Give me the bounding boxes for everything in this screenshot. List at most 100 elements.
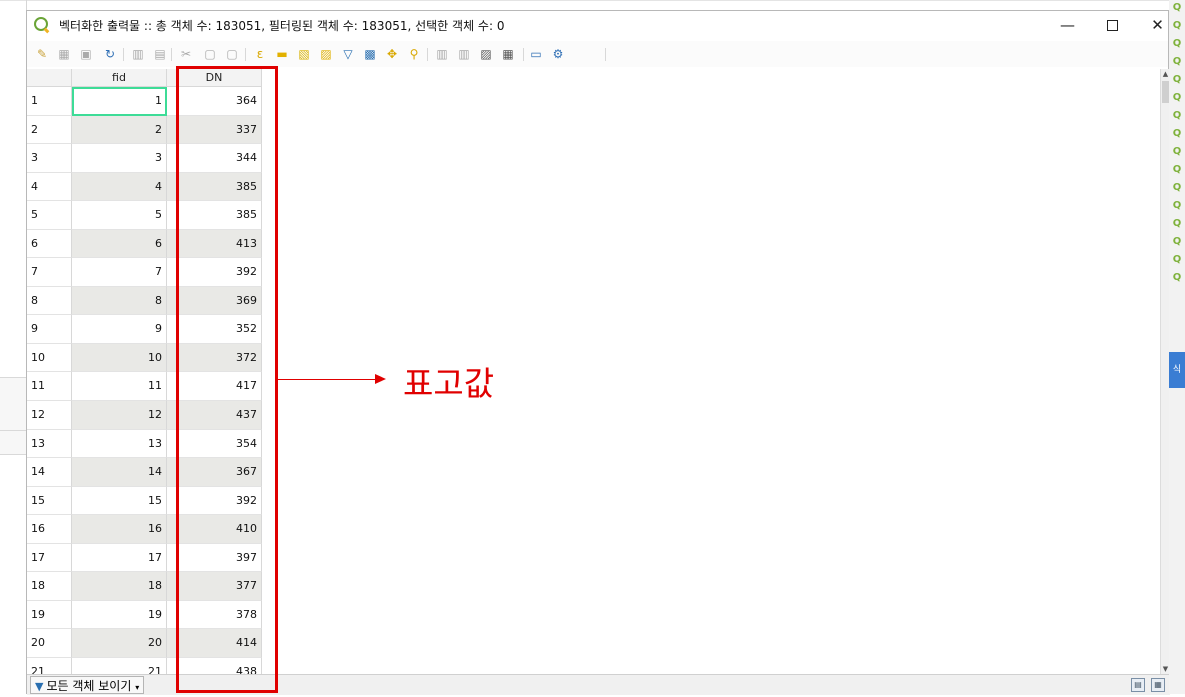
cell-fid[interactable]: 8 — [72, 286, 167, 316]
add-feature-icon[interactable]: ▥ — [131, 47, 145, 61]
form-view-icon[interactable]: ▤ — [1131, 678, 1145, 692]
cell-fid[interactable]: 14 — [72, 458, 167, 487]
cell-fid[interactable]: 18 — [72, 572, 167, 601]
row-number[interactable]: 21 — [27, 657, 72, 674]
filter-icon: ▼ — [35, 680, 44, 693]
expression-select-icon[interactable]: ε — [253, 47, 267, 61]
row-number[interactable]: 14 — [27, 458, 72, 487]
invert-selection-icon[interactable]: ▧ — [297, 47, 311, 61]
cut-icon[interactable]: ✂ — [179, 47, 193, 61]
pan-to-selected-icon[interactable]: ✥ — [385, 47, 399, 61]
background-layer-icon: Q — [1172, 254, 1182, 265]
dropdown-arrow-icon: ▾ — [135, 683, 140, 692]
background-panel — [0, 377, 27, 455]
background-layer-icon: Q — [1172, 200, 1182, 211]
delete-field-icon[interactable]: ▥ — [457, 47, 471, 61]
new-field-icon[interactable]: ▥ — [435, 47, 449, 61]
title-bar[interactable]: 벡터화한 출력물 :: 총 객체 수: 183051, 필터링된 객체 수: 1… — [27, 11, 1168, 39]
minimize-button[interactable]: — — [1045, 11, 1090, 39]
filter-label: 모든 객체 보이기 — [46, 679, 132, 693]
qgis-logo-icon — [34, 17, 49, 32]
conditional-format-icon[interactable]: ▦ — [501, 47, 515, 61]
select-all-icon[interactable]: ▬ — [275, 47, 289, 61]
cell-fid[interactable]: 7 — [72, 258, 167, 287]
annotation-label: 표고값 — [403, 364, 495, 403]
row-number[interactable]: 20 — [27, 629, 72, 658]
toolbar-separator — [523, 48, 524, 61]
row-number[interactable]: 7 — [27, 258, 72, 287]
toolbar-separator — [605, 48, 606, 61]
background-layer-icon: Q — [1172, 92, 1182, 103]
row-number[interactable]: 10 — [27, 343, 72, 373]
cell-fid[interactable]: 11 — [72, 372, 167, 402]
maximize-icon — [1107, 20, 1118, 31]
row-number[interactable]: 12 — [27, 401, 72, 430]
table-corner[interactable] — [27, 69, 72, 87]
cell-fid[interactable]: 15 — [72, 486, 167, 516]
row-number[interactable]: 19 — [27, 600, 72, 630]
row-number[interactable]: 11 — [27, 372, 72, 402]
row-number[interactable]: 17 — [27, 543, 72, 573]
row-number[interactable]: 13 — [27, 429, 72, 459]
background-layer-icon: Q — [1172, 74, 1182, 85]
cell-fid[interactable]: 21 — [72, 657, 167, 674]
cell-fid[interactable]: 16 — [72, 515, 167, 544]
pencil-icon[interactable]: ✎ — [35, 47, 49, 61]
row-number[interactable]: 5 — [27, 201, 72, 230]
cell-fid[interactable]: 17 — [72, 543, 167, 573]
cell-fid[interactable]: 2 — [72, 115, 167, 145]
delete-feature-icon[interactable]: ▤ — [153, 47, 167, 61]
row-number[interactable]: 6 — [27, 229, 72, 259]
cell-fid[interactable]: 5 — [72, 201, 167, 230]
filter-selected-icon[interactable]: ▽ — [341, 47, 355, 61]
background-right-panel: 식 QQQQQQQQQQQQQQQQ — [1169, 0, 1185, 694]
cell-fid[interactable]: 3 — [72, 144, 167, 173]
background-edge — [0, 0, 1185, 1]
cell-fid[interactable]: 13 — [72, 429, 167, 459]
zoom-to-selected-icon[interactable]: ⚲ — [407, 47, 421, 61]
background-tab: 식 — [1169, 352, 1185, 388]
toolbar-separator — [427, 48, 428, 61]
cell-fid[interactable]: 10 — [72, 343, 167, 373]
save-edits-icon[interactable]: ▣ — [79, 47, 93, 61]
background-layer-icon: Q — [1172, 218, 1182, 229]
copy-icon[interactable]: ▢ — [203, 47, 217, 61]
background-layer-icon: Q — [1172, 128, 1182, 139]
multi-edit-icon[interactable]: ▦ — [57, 47, 71, 61]
background-layer-icon: Q — [1172, 272, 1182, 283]
toolbar-separator — [123, 48, 124, 61]
show-all-features-button[interactable]: ▼ 모든 객체 보이기 ▾ — [30, 676, 145, 694]
toolbar-separator — [245, 48, 246, 61]
cell-fid[interactable]: 6 — [72, 229, 167, 259]
row-number[interactable]: 4 — [27, 172, 72, 202]
column-header-fid[interactable]: fid — [72, 69, 167, 87]
close-icon: ✕ — [1151, 16, 1164, 34]
field-calculator-icon[interactable]: ▨ — [479, 47, 493, 61]
cell-fid[interactable]: 20 — [72, 629, 167, 658]
cell-fid[interactable]: 4 — [72, 172, 167, 202]
row-number[interactable]: 3 — [27, 144, 72, 173]
row-number[interactable]: 15 — [27, 486, 72, 516]
row-number[interactable]: 18 — [27, 572, 72, 601]
background-layer-icon: Q — [1172, 164, 1182, 175]
row-number[interactable]: 9 — [27, 315, 72, 344]
paste-icon[interactable]: ▢ — [225, 47, 239, 61]
cell-fid[interactable]: 19 — [72, 600, 167, 630]
cell-fid[interactable]: 12 — [72, 401, 167, 430]
background-layer-icon: Q — [1172, 110, 1182, 121]
cell-fid[interactable]: 9 — [72, 315, 167, 344]
row-number[interactable]: 16 — [27, 515, 72, 544]
dock-icon[interactable]: ▭ — [529, 47, 543, 61]
scroll-thumb[interactable] — [1162, 81, 1169, 103]
background-layer-icon: Q — [1172, 2, 1182, 13]
cell-fid[interactable]: 1 — [72, 87, 167, 116]
actions-icon[interactable]: ⚙ — [551, 47, 565, 61]
reload-icon[interactable]: ↻ — [103, 47, 117, 61]
row-number[interactable]: 1 — [27, 87, 72, 116]
deselect-icon[interactable]: ▨ — [319, 47, 333, 61]
move-selection-top-icon[interactable]: ▩ — [363, 47, 377, 61]
row-number[interactable]: 8 — [27, 286, 72, 316]
table-view-icon[interactable]: ▦ — [1151, 678, 1165, 692]
row-number[interactable]: 2 — [27, 115, 72, 145]
maximize-button[interactable] — [1090, 11, 1135, 39]
